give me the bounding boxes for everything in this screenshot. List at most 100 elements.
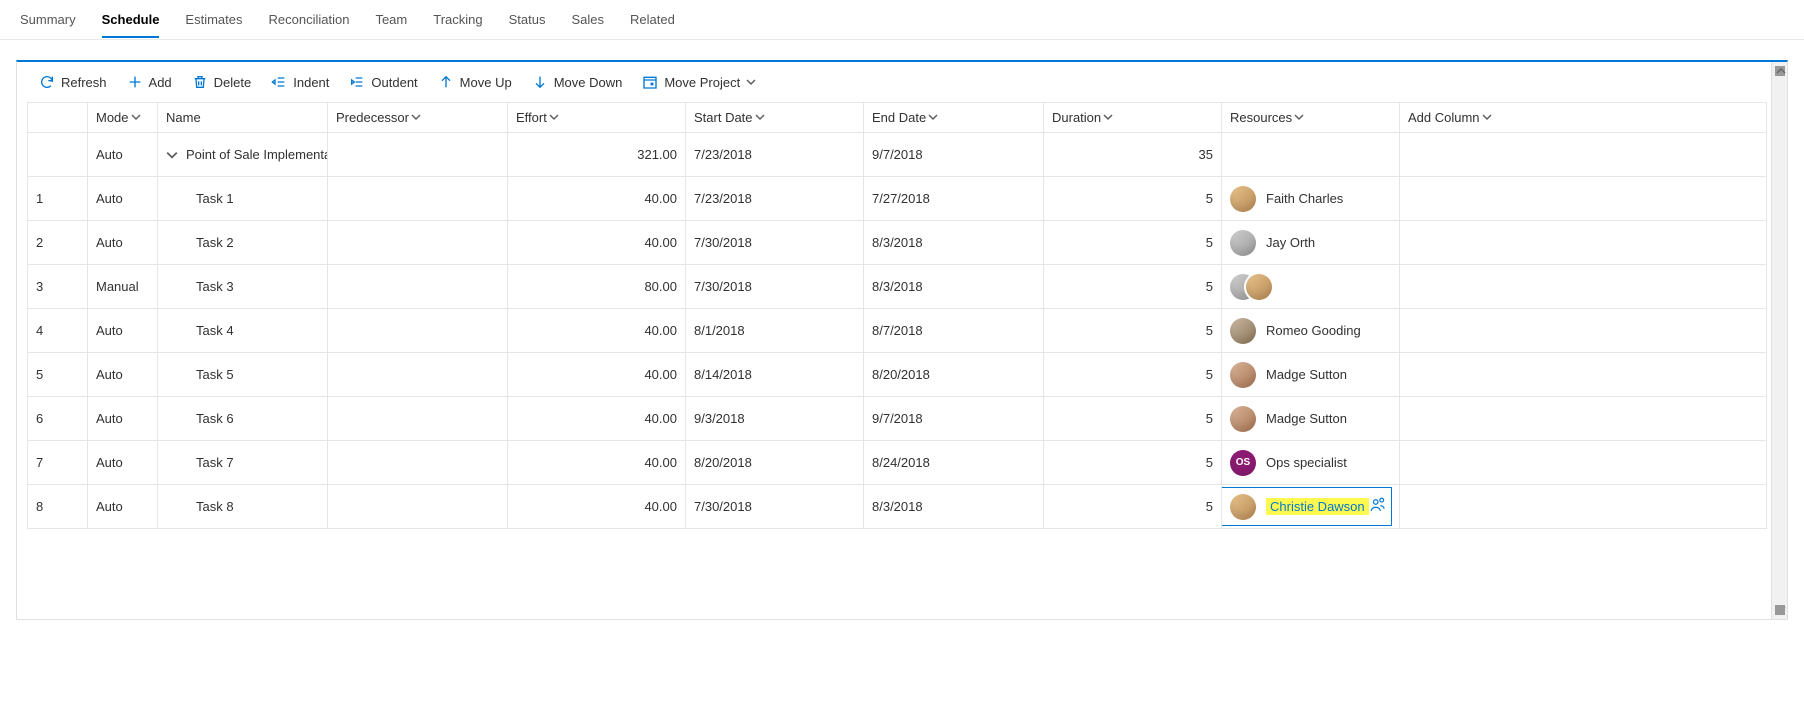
cell-start[interactable]: 7/30/2018 xyxy=(686,221,864,265)
cell-resources[interactable]: Jay Orth xyxy=(1222,221,1400,265)
cell-effort[interactable]: 40.00 xyxy=(508,353,686,397)
people-picker-icon[interactable] xyxy=(1369,496,1387,517)
col-predecessor[interactable]: Predecessor xyxy=(328,103,508,133)
cell-start[interactable]: 7/23/2018 xyxy=(686,133,864,177)
col-name[interactable]: Name xyxy=(158,103,328,133)
cell-predecessor[interactable] xyxy=(328,265,508,309)
schedule-grid[interactable]: Mode Name Predecessor Effort Start Date … xyxy=(27,102,1767,529)
refresh-button[interactable]: Refresh xyxy=(39,74,107,90)
vertical-scrollbar[interactable] xyxy=(1771,62,1787,619)
cell-duration[interactable]: 5 xyxy=(1044,221,1222,265)
cell-resources[interactable]: Romeo Gooding xyxy=(1222,309,1400,353)
cell-effort[interactable]: 80.00 xyxy=(508,265,686,309)
cell-end[interactable]: 7/27/2018 xyxy=(864,177,1044,221)
cell-predecessor[interactable] xyxy=(328,133,508,177)
col-start[interactable]: Start Date xyxy=(686,103,864,133)
cell-effort[interactable]: 40.00 xyxy=(508,309,686,353)
cell-end[interactable]: 8/3/2018 xyxy=(864,485,1044,529)
collapse-icon[interactable] xyxy=(166,149,178,161)
cell-mode[interactable]: Auto xyxy=(88,441,158,485)
cell-name[interactable]: Task 8 xyxy=(158,485,328,529)
table-row[interactable]: 6AutoTask 640.009/3/20189/7/20185Madge S… xyxy=(28,397,1767,441)
tab-team[interactable]: Team xyxy=(375,2,407,37)
cell-end[interactable]: 9/7/2018 xyxy=(864,397,1044,441)
cell-start[interactable]: 9/3/2018 xyxy=(686,397,864,441)
move-project-button[interactable]: Move Project xyxy=(642,74,756,90)
cell-predecessor[interactable] xyxy=(328,177,508,221)
cell-resources[interactable]: OSOps specialist xyxy=(1222,441,1400,485)
cell-start[interactable]: 7/30/2018 xyxy=(686,265,864,309)
table-row[interactable]: 5AutoTask 540.008/14/20188/20/20185Madge… xyxy=(28,353,1767,397)
cell-mode[interactable]: Auto xyxy=(88,133,158,177)
cell-resources[interactable]: Madge Sutton xyxy=(1222,353,1400,397)
cell-mode[interactable]: Auto xyxy=(88,221,158,265)
col-resources[interactable]: Resources xyxy=(1222,103,1400,133)
scroll-up-icon[interactable] xyxy=(1776,64,1786,79)
move-up-button[interactable]: Move Up xyxy=(438,74,512,90)
move-down-button[interactable]: Move Down xyxy=(532,74,623,90)
cell-effort[interactable]: 40.00 xyxy=(508,441,686,485)
cell-name[interactable]: Task 4 xyxy=(158,309,328,353)
cell-predecessor[interactable] xyxy=(328,353,508,397)
cell-duration[interactable]: 5 xyxy=(1044,265,1222,309)
cell-end[interactable]: 8/3/2018 xyxy=(864,265,1044,309)
cell-start[interactable]: 7/23/2018 xyxy=(686,177,864,221)
cell-predecessor[interactable] xyxy=(328,397,508,441)
cell-start[interactable]: 8/20/2018 xyxy=(686,441,864,485)
outdent-button[interactable]: Outdent xyxy=(349,74,417,90)
cell-effort[interactable]: 40.00 xyxy=(508,485,686,529)
table-row[interactable]: AutoPoint of Sale Implementat321.007/23/… xyxy=(28,133,1767,177)
cell-mode[interactable]: Manual xyxy=(88,265,158,309)
cell-predecessor[interactable] xyxy=(328,309,508,353)
cell-mode[interactable]: Auto xyxy=(88,309,158,353)
cell-effort[interactable]: 40.00 xyxy=(508,177,686,221)
table-row[interactable]: 7AutoTask 740.008/20/20188/24/20185OSOps… xyxy=(28,441,1767,485)
cell-name[interactable]: Task 7 xyxy=(158,441,328,485)
scroll-down-icon[interactable] xyxy=(1776,602,1786,617)
table-row[interactable]: 1AutoTask 140.007/23/20187/27/20185Faith… xyxy=(28,177,1767,221)
tab-estimates[interactable]: Estimates xyxy=(185,2,242,37)
cell-mode[interactable]: Auto xyxy=(88,177,158,221)
cell-name[interactable]: Task 3 xyxy=(158,265,328,309)
delete-button[interactable]: Delete xyxy=(192,74,252,90)
cell-name[interactable]: Point of Sale Implementat xyxy=(158,133,328,177)
cell-name[interactable]: Task 2 xyxy=(158,221,328,265)
cell-end[interactable]: 8/24/2018 xyxy=(864,441,1044,485)
col-effort[interactable]: Effort xyxy=(508,103,686,133)
cell-resources[interactable] xyxy=(1222,265,1400,309)
table-row[interactable]: 2AutoTask 240.007/30/20188/3/20185Jay Or… xyxy=(28,221,1767,265)
cell-name[interactable]: Task 5 xyxy=(158,353,328,397)
cell-resources[interactable] xyxy=(1222,133,1400,177)
cell-mode[interactable]: Auto xyxy=(88,485,158,529)
cell-resources[interactable]: Madge Sutton xyxy=(1222,397,1400,441)
tab-schedule[interactable]: Schedule xyxy=(102,2,160,37)
cell-duration[interactable]: 5 xyxy=(1044,485,1222,529)
cell-resources[interactable]: Christie Dawson xyxy=(1222,485,1400,529)
cell-duration[interactable]: 5 xyxy=(1044,309,1222,353)
tab-tracking[interactable]: Tracking xyxy=(433,2,482,37)
cell-predecessor[interactable] xyxy=(328,441,508,485)
cell-start[interactable]: 7/30/2018 xyxy=(686,485,864,529)
tab-related[interactable]: Related xyxy=(630,2,675,37)
cell-end[interactable]: 8/20/2018 xyxy=(864,353,1044,397)
col-index[interactable] xyxy=(28,103,88,133)
cell-name[interactable]: Task 6 xyxy=(158,397,328,441)
cell-resources[interactable]: Faith Charles xyxy=(1222,177,1400,221)
col-add[interactable]: Add Column xyxy=(1400,103,1767,133)
cell-start[interactable]: 8/1/2018 xyxy=(686,309,864,353)
cell-duration[interactable]: 5 xyxy=(1044,177,1222,221)
cell-predecessor[interactable] xyxy=(328,485,508,529)
tab-sales[interactable]: Sales xyxy=(571,2,604,37)
cell-start[interactable]: 8/14/2018 xyxy=(686,353,864,397)
cell-mode[interactable]: Auto xyxy=(88,397,158,441)
cell-end[interactable]: 8/3/2018 xyxy=(864,221,1044,265)
add-button[interactable]: Add xyxy=(127,74,172,90)
tab-summary[interactable]: Summary xyxy=(20,2,76,37)
cell-duration[interactable]: 5 xyxy=(1044,441,1222,485)
cell-predecessor[interactable] xyxy=(328,221,508,265)
cell-name[interactable]: Task 1 xyxy=(158,177,328,221)
indent-button[interactable]: Indent xyxy=(271,74,329,90)
table-row[interactable]: 8AutoTask 840.007/30/20188/3/20185Christ… xyxy=(28,485,1767,529)
cell-effort[interactable]: 40.00 xyxy=(508,221,686,265)
cell-mode[interactable]: Auto xyxy=(88,353,158,397)
